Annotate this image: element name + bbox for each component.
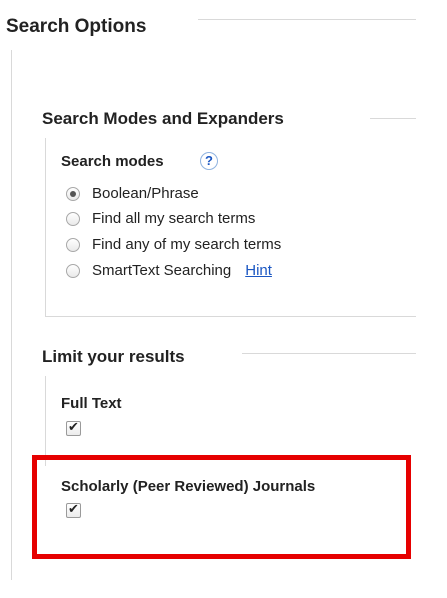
modes-expanders-bottom-rule [45, 316, 416, 317]
smarttext-label: SmartText Searching [92, 262, 232, 279]
limit-results-rule [242, 353, 416, 354]
find-any-label: Find any of my search terms [92, 236, 282, 253]
boolean-phrase-label: Boolean/Phrase [92, 185, 199, 202]
modes-expanders-left-border [45, 138, 46, 316]
search-options-title: Search Options [6, 16, 147, 37]
help-icon[interactable]: ? [200, 152, 218, 170]
search-options-rule [198, 19, 416, 20]
limit-results-title: Limit your results [42, 347, 185, 366]
mode-option-find-all[interactable]: Find all my search terms [66, 210, 255, 227]
full-text-label: Full Text [61, 395, 122, 412]
modes-expanders-title: Search Modes and Expanders [42, 109, 284, 128]
modes-expanders-rule [370, 118, 416, 119]
checkmark-icon: ✔ [68, 419, 79, 434]
full-text-checkbox[interactable]: ✔ [66, 419, 81, 436]
mode-option-smarttext[interactable]: SmartText Searching Hint [66, 262, 272, 279]
find-all-label: Find all my search terms [92, 210, 256, 227]
search-options-left-border [11, 50, 12, 580]
mode-option-find-any[interactable]: Find any of my search terms [66, 236, 281, 253]
highlight-box [32, 455, 411, 559]
smarttext-radio[interactable] [66, 263, 80, 278]
search-modes-label: Search modes [61, 153, 164, 170]
mode-option-boolean[interactable]: Boolean/Phrase [66, 185, 199, 202]
boolean-phrase-radio[interactable] [66, 186, 80, 201]
limit-results-left-border [45, 376, 46, 466]
find-all-radio[interactable] [66, 211, 80, 226]
find-any-radio[interactable] [66, 237, 80, 252]
search-options-panel: Search Options Search Modes and Expander… [0, 0, 447, 598]
hint-link[interactable]: Hint [245, 262, 272, 279]
